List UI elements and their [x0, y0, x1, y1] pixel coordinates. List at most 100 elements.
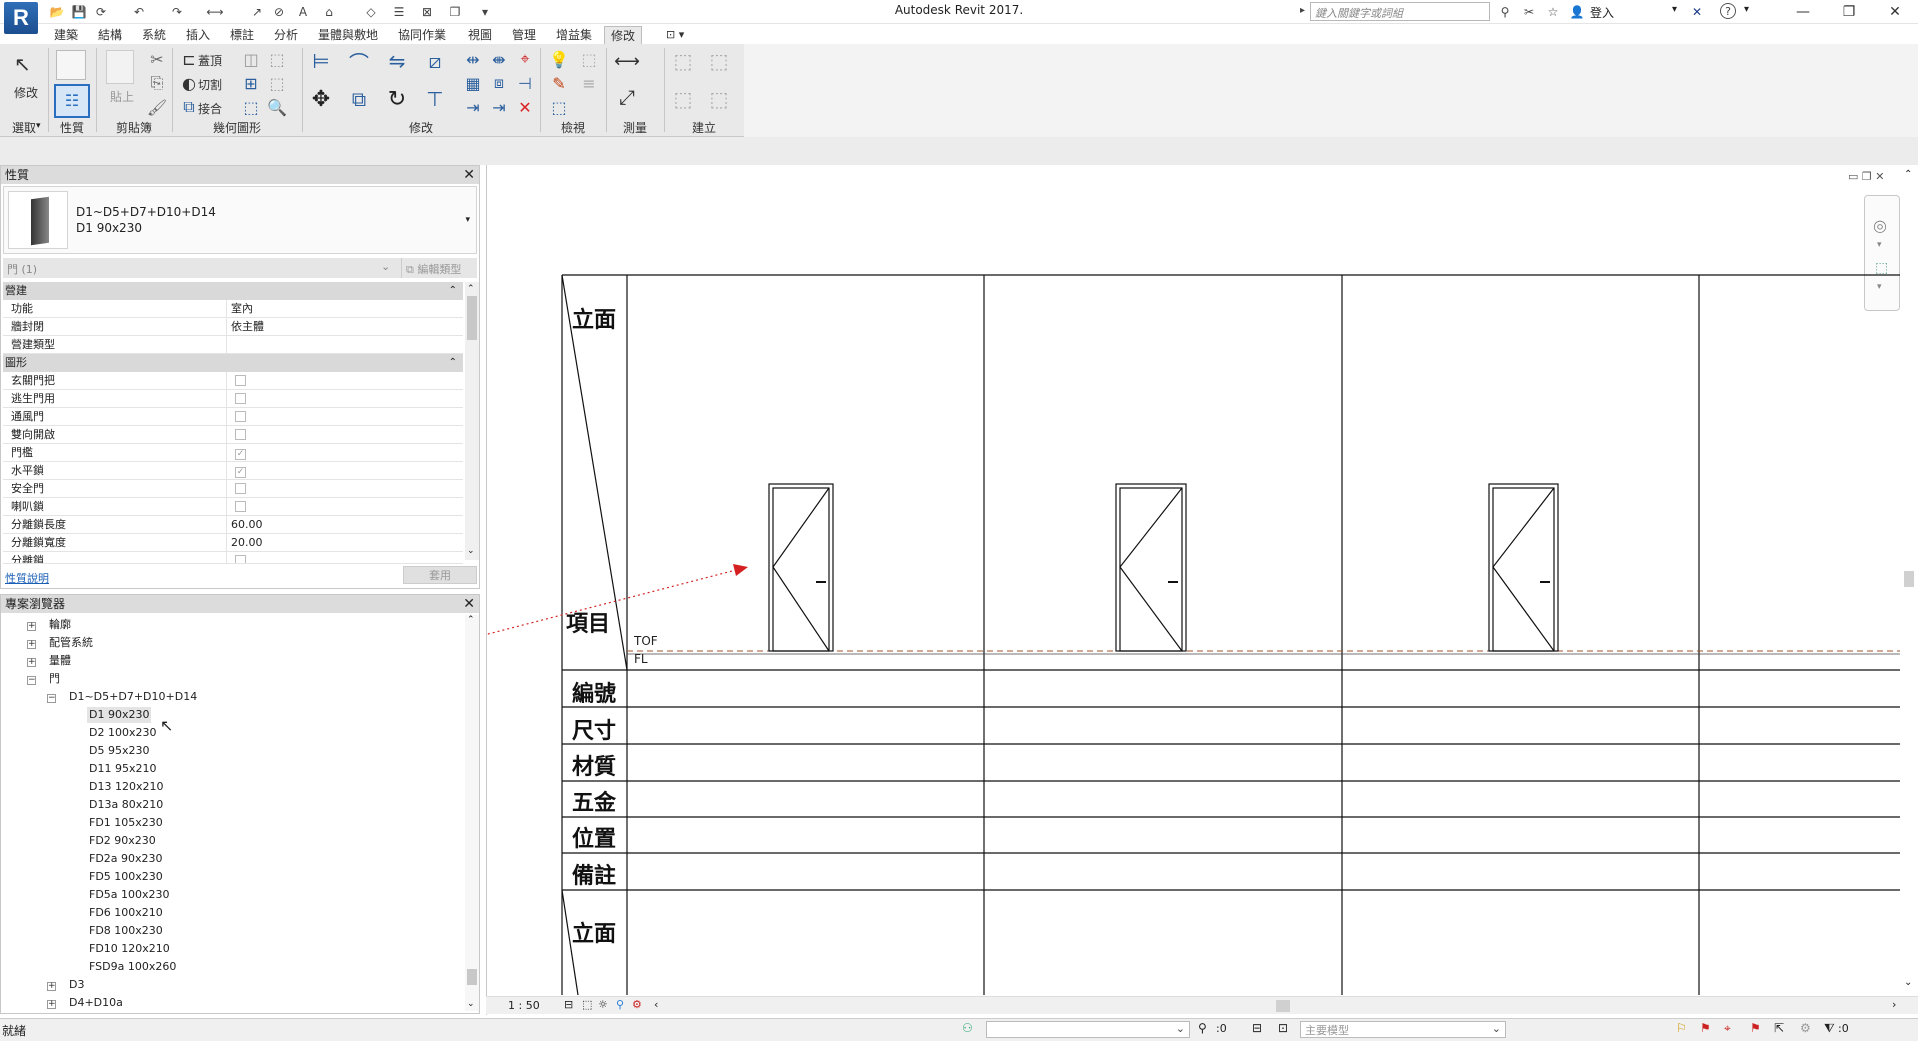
copy-element-icon[interactable]: ⧉ — [346, 87, 372, 111]
3d-view-icon[interactable]: ⌂ — [320, 3, 338, 21]
door-elevation[interactable] — [1115, 483, 1187, 652]
exchange-apps-icon[interactable]: ✕ — [1688, 3, 1706, 21]
dimension-icon[interactable]: ↗ — [248, 3, 266, 21]
scroll-down-icon[interactable]: ⌄ — [467, 999, 475, 1009]
create-assembly-icon[interactable]: ⬚ — [670, 87, 696, 111]
tab-manage[interactable]: 管理 — [506, 26, 542, 44]
minimize-button[interactable]: — — [1780, 0, 1826, 24]
rotate-icon[interactable]: ↻ — [384, 87, 410, 112]
line-weight-icon[interactable]: ≡ — [576, 72, 602, 94]
app-menu-button[interactable]: R — [4, 2, 38, 34]
cope-label[interactable]: 蓋頂 — [198, 52, 222, 69]
help-icon[interactable]: ? — [1720, 3, 1736, 19]
tree-item-door-type[interactable]: D5 95x230 — [89, 743, 149, 759]
split-gap-icon[interactable]: ⇼ — [486, 48, 512, 70]
tree-item-door-family[interactable]: D1~D5+D7+D10+D14 — [69, 689, 197, 705]
tree-item-door-type[interactable]: FD10 120x210 — [89, 941, 170, 957]
property-row[interactable]: 通風門 — [3, 408, 463, 426]
expand-icon[interactable]: + — [27, 640, 36, 649]
sun-path-icon[interactable]: ☼ — [598, 998, 608, 1011]
expand-icon[interactable]: + — [47, 1000, 56, 1009]
paint-icon[interactable]: ⬚ — [238, 96, 264, 118]
help-dropdown-icon[interactable]: ▾ — [1744, 4, 1749, 15]
copy-icon[interactable]: ⎘ — [144, 72, 170, 94]
property-checkbox-checked[interactable]: ✓ — [235, 467, 246, 478]
property-row[interactable]: 分離鎖 — [3, 552, 463, 564]
tree-item-door-type[interactable]: FD2 90x230 — [89, 833, 156, 849]
door-elevation[interactable] — [1488, 483, 1559, 652]
properties-help-link[interactable]: 性質說明 — [5, 570, 49, 586]
tree-item-door-type[interactable]: FD5a 100x230 — [89, 887, 170, 903]
visual-style-icon[interactable]: ⬚ — [582, 998, 592, 1011]
selection-box-icon[interactable]: ⬚ — [546, 96, 572, 118]
scroll-up-icon[interactable]: ⌃ — [467, 615, 475, 625]
drag-elements-icon[interactable]: ⇱ — [1774, 1021, 1784, 1035]
tree-item-profiles[interactable]: 輪廓 — [49, 617, 71, 633]
scroll-down-icon[interactable]: ⌄ — [467, 546, 475, 556]
scroll-left-icon[interactable]: ‹ — [654, 998, 658, 1011]
wall-joins-icon[interactable]: ◫ — [238, 48, 264, 70]
delete-icon[interactable]: ✕ — [512, 96, 538, 118]
select-by-face-icon[interactable]: ⚑ — [1750, 1021, 1761, 1035]
temporary-hide-icon[interactable]: ⚲ — [616, 998, 624, 1011]
property-checkbox[interactable] — [235, 393, 246, 404]
modify-tool-label[interactable]: 修改 — [14, 84, 38, 101]
tree-item-door-type[interactable]: FD8 100x230 — [89, 923, 163, 939]
tree-item-door-type[interactable]: D13a 80x210 — [89, 797, 163, 813]
tab-architecture[interactable]: 建築 — [48, 26, 84, 44]
tab-modify[interactable]: 修改 — [604, 26, 643, 44]
property-checkbox[interactable] — [235, 555, 246, 563]
property-row[interactable]: 逃生門用 — [3, 390, 463, 408]
detail-level-icon[interactable]: ⊟ — [564, 998, 573, 1011]
tab-insert[interactable]: 插入 — [180, 26, 216, 44]
aligned-dimension-icon[interactable]: ⤢ — [614, 85, 640, 109]
property-row[interactable]: 安全門 — [3, 480, 463, 498]
select-pinned-icon[interactable]: ⌖ — [1724, 1021, 1731, 1036]
linework-icon[interactable]: ✎ — [546, 72, 572, 94]
match-type-icon[interactable]: 🖌 — [144, 96, 170, 118]
unpin-icon[interactable]: ⌖ — [512, 48, 538, 70]
group-graphics[interactable]: 圖形 ⌃ — [3, 354, 463, 372]
property-checkbox[interactable] — [235, 411, 246, 422]
align-icon[interactable]: ⊨ — [308, 49, 334, 73]
create-similar-icon[interactable]: ⬚ — [706, 87, 732, 111]
redo-icon[interactable]: ↷ — [168, 3, 186, 21]
expand-icon[interactable]: + — [47, 982, 56, 991]
sync-icon[interactable]: ⟳ — [92, 3, 110, 21]
scale-icon[interactable]: ⧈ — [486, 72, 512, 94]
tree-item-doors[interactable]: 門 — [49, 671, 60, 687]
property-value[interactable]: 依主體 — [227, 318, 463, 335]
scroll-thumb[interactable] — [467, 969, 477, 985]
tab-systems[interactable]: 系統 — [136, 26, 172, 44]
close-window-button[interactable]: ✕ — [1872, 0, 1918, 24]
property-checkbox-checked[interactable]: ✓ — [235, 449, 246, 460]
switch-windows-icon[interactable]: ❐ — [446, 3, 464, 21]
save-icon[interactable]: 💾 — [70, 3, 88, 21]
select-links-icon[interactable]: ⚐ — [1676, 1021, 1687, 1035]
type-properties-icon[interactable] — [56, 50, 86, 80]
favorites-icon[interactable]: ☆ — [1544, 3, 1562, 21]
property-row[interactable]: 分離鎖長度 60.00 — [3, 516, 463, 534]
group-construction[interactable]: 營建 ⌃ — [3, 282, 463, 300]
property-value[interactable] — [227, 336, 463, 353]
scroll-down-icon[interactable]: ⌄ — [1904, 977, 1912, 988]
property-value[interactable]: 60.00 — [227, 516, 463, 533]
expand-icon[interactable]: + — [27, 658, 36, 667]
restore-button[interactable]: ❐ — [1826, 0, 1872, 24]
tree-item-mass[interactable]: 量體 — [49, 653, 71, 669]
split-element-icon[interactable]: ⇹ — [460, 48, 486, 70]
tree-item-door-family[interactable]: D4+D10a — [69, 995, 123, 1011]
scroll-right-icon[interactable]: › — [1892, 998, 1896, 1011]
scroll-up-icon[interactable]: ⌃ — [1904, 169, 1912, 180]
edit-type-button[interactable]: ⧉ 編輯類型 — [401, 258, 477, 278]
property-value[interactable]: 室內 — [227, 300, 463, 317]
measure-icon[interactable]: ⟷ — [206, 3, 224, 21]
demolish-icon[interactable]: ⬚ — [264, 48, 290, 70]
tree-item-door-type[interactable]: FD6 100x210 — [89, 905, 163, 921]
property-row[interactable]: 分離鎖寬度 20.00 — [3, 534, 463, 552]
property-checkbox[interactable] — [235, 375, 246, 386]
measure-distance-icon[interactable]: ⟷ — [614, 50, 640, 72]
expand-icon[interactable]: + — [27, 622, 36, 631]
tree-item-door-type[interactable]: FD2a 90x230 — [89, 851, 163, 867]
scroll-thumb[interactable] — [1904, 571, 1914, 587]
